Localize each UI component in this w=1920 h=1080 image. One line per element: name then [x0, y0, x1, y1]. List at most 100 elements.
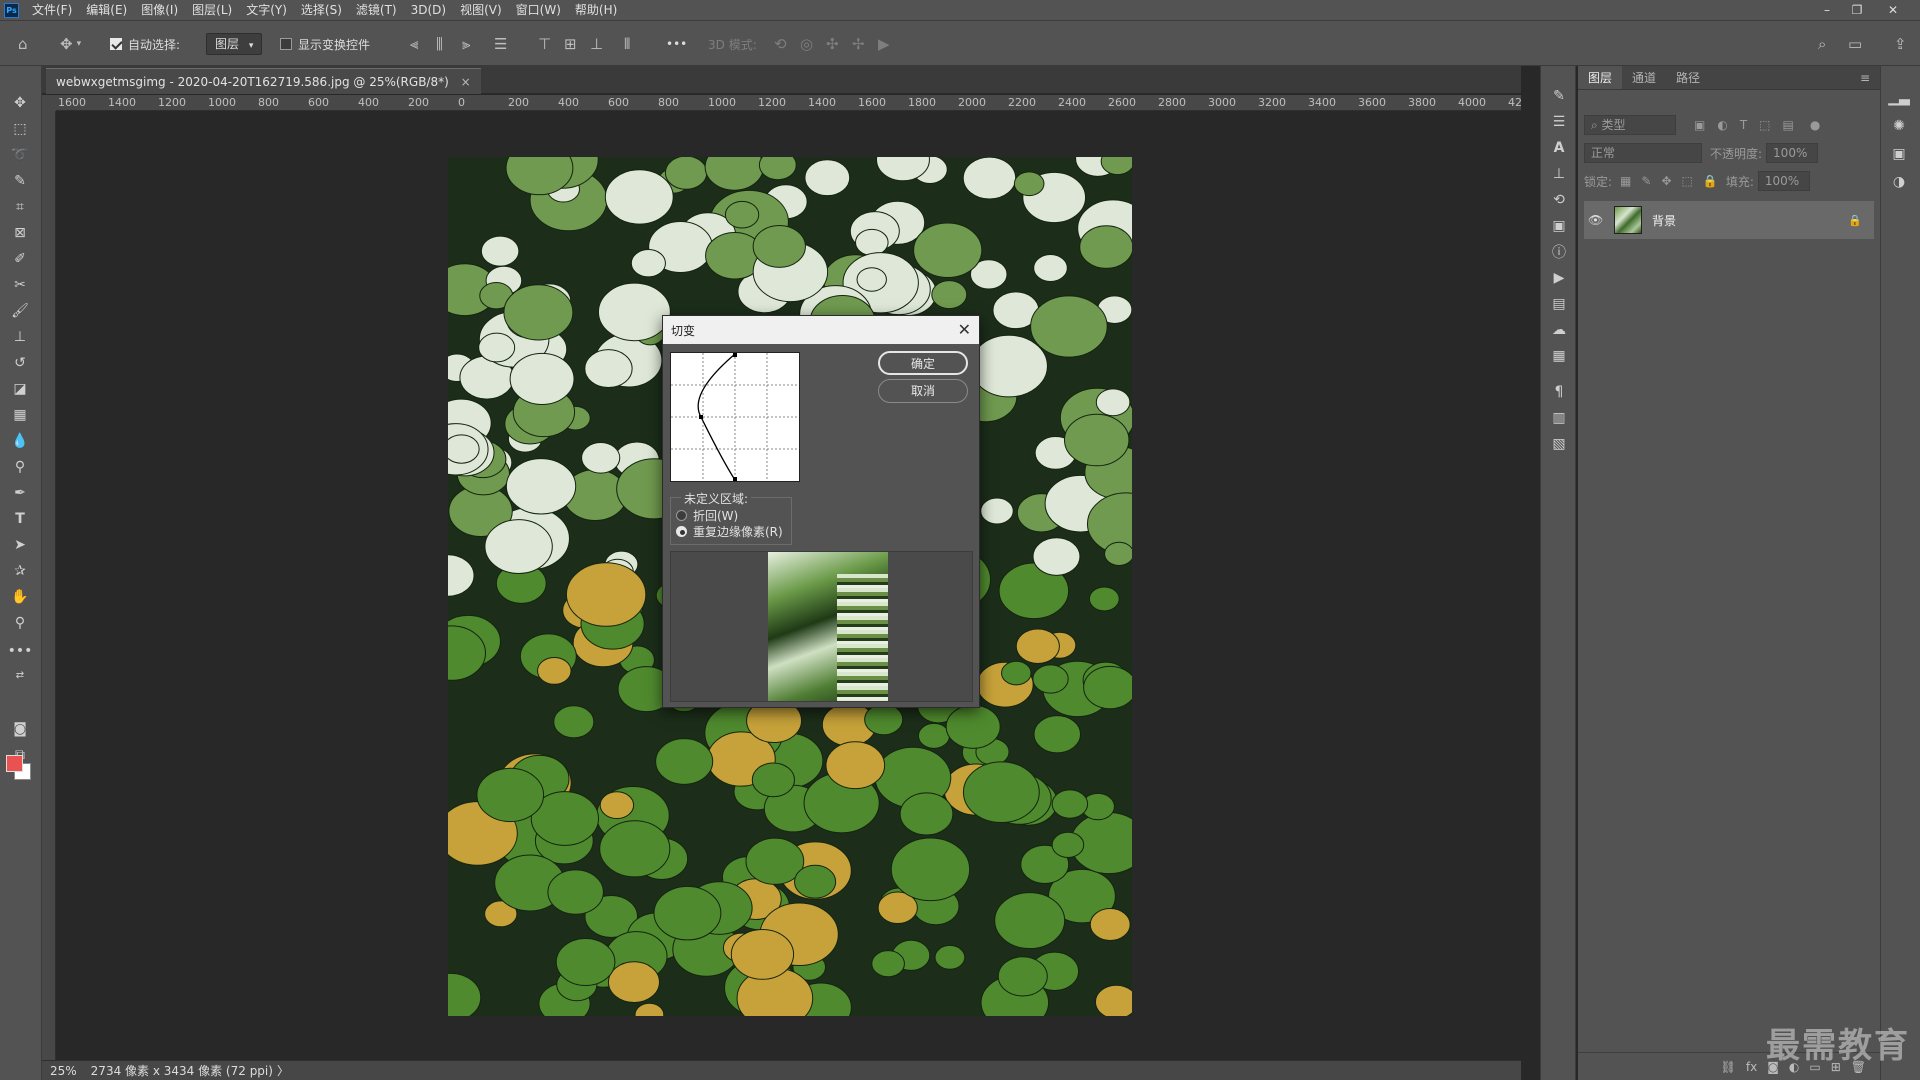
- zoom-tool-icon[interactable]: ⚲: [7, 612, 33, 634]
- align-middle-icon[interactable]: ⊞: [564, 21, 577, 67]
- menu-filter[interactable]: 滤镜(T): [349, 0, 404, 20]
- info-icon[interactable]: ⓘ: [1549, 242, 1569, 262]
- menu-image[interactable]: 图像(I): [134, 0, 185, 20]
- tab-channels[interactable]: 通道: [1622, 66, 1666, 89]
- libraries-icon[interactable]: ☁: [1549, 320, 1569, 340]
- type-tool-icon[interactable]: T: [7, 508, 33, 530]
- path-select-tool-icon[interactable]: ➤: [7, 534, 33, 556]
- align-top-icon[interactable]: ⊤: [538, 21, 551, 67]
- share-icon[interactable]: ⇪: [1894, 21, 1907, 67]
- lock-position-icon[interactable]: ✥: [1661, 174, 1671, 188]
- menu-window[interactable]: 窗口(W): [509, 0, 568, 20]
- zoom-level[interactable]: 25%: [50, 1064, 77, 1078]
- lasso-tool-icon[interactable]: ➰: [7, 144, 33, 166]
- 3d-pan-icon[interactable]: ✣: [826, 21, 839, 67]
- menu-layer[interactable]: 图层(L): [185, 0, 239, 20]
- menu-type[interactable]: 文字(Y): [239, 0, 294, 20]
- align-left-icon[interactable]: ⫷: [410, 21, 418, 67]
- more-tools-icon[interactable]: •••: [7, 640, 33, 662]
- restore-button[interactable]: ❐: [1842, 0, 1872, 20]
- minimize-button[interactable]: –: [1812, 0, 1842, 20]
- cancel-button[interactable]: 取消: [878, 379, 968, 403]
- eraser-tool-icon[interactable]: ◪: [7, 378, 33, 400]
- 3d-scale-icon[interactable]: ▶: [878, 21, 890, 67]
- 3d-slide-icon[interactable]: ✢: [852, 21, 865, 67]
- crop-tool-icon[interactable]: ⌗: [7, 196, 33, 218]
- show-transform-controls-checkbox[interactable]: 显示变换控件: [280, 21, 370, 67]
- hand-tool-icon[interactable]: ✋: [7, 586, 33, 608]
- close-icon[interactable]: ✕: [958, 320, 971, 339]
- character-icon[interactable]: A: [1549, 138, 1569, 158]
- home-icon[interactable]: ⌂: [18, 21, 28, 67]
- align-center-icon[interactable]: ⫼: [436, 21, 443, 67]
- close-tab-icon[interactable]: ×: [461, 75, 471, 89]
- foreground-color-swatch[interactable]: [6, 755, 23, 772]
- shear-curve-grid[interactable]: [670, 352, 800, 482]
- properties-icon[interactable]: ▣: [1549, 216, 1569, 236]
- document-tab[interactable]: webwxgetmsgimg - 2020-04-20T162719.586.j…: [46, 68, 481, 94]
- swap-colors-icon[interactable]: ⇄: [7, 664, 33, 686]
- navigator-icon[interactable]: ✺: [1889, 116, 1909, 136]
- layer-filter-select[interactable]: ⌕ 类型: [1584, 115, 1676, 135]
- history-icon[interactable]: ⟲: [1549, 190, 1569, 210]
- blur-tool-icon[interactable]: 💧: [7, 430, 33, 452]
- link-layers-icon[interactable]: ⛓: [1721, 1060, 1736, 1074]
- distribute-vertical-icon[interactable]: ⫴: [624, 21, 630, 67]
- notes-icon[interactable]: ▧: [1549, 434, 1569, 454]
- eye-icon[interactable]: 👁: [1588, 213, 1608, 227]
- brush-settings-icon[interactable]: ✎: [1549, 86, 1569, 106]
- filter-adjustment-icon[interactable]: ◐: [1717, 118, 1727, 132]
- fx-icon[interactable]: fx: [1746, 1060, 1757, 1074]
- repeat-edge-pixels-radio[interactable]: 重复边缘像素(R): [676, 523, 783, 540]
- blend-mode-select[interactable]: 正常: [1584, 143, 1702, 163]
- menu-view[interactable]: 视图(V): [453, 0, 509, 20]
- filter-type-icon[interactable]: T: [1740, 118, 1747, 132]
- menu-3d[interactable]: 3D(D): [404, 0, 453, 20]
- shape-tool-icon[interactable]: ✰: [7, 560, 33, 582]
- tab-paths[interactable]: 路径: [1666, 66, 1710, 89]
- adjustments-icon[interactable]: ☰: [1549, 112, 1569, 132]
- horizontal-ruler[interactable]: 1600 1400 1200 1000 800 600 400 200 0 200 400 600 80…: [56, 95, 1521, 111]
- quick-mask-icon[interactable]: ◙: [7, 718, 33, 740]
- lock-artboard-icon[interactable]: ⬚: [1682, 174, 1693, 188]
- menu-edit[interactable]: 编辑(E): [79, 0, 134, 20]
- table-icon[interactable]: ▦: [1549, 346, 1569, 366]
- tab-layers[interactable]: 图层: [1578, 66, 1623, 89]
- 3d-orbit-icon[interactable]: ⟲: [774, 21, 787, 67]
- gradient-tool-icon[interactable]: ▦: [7, 404, 33, 426]
- filter-smart-object-icon[interactable]: ▤: [1783, 118, 1794, 132]
- menu-file[interactable]: 文件(F): [25, 0, 79, 20]
- eyedropper-tool-icon[interactable]: ✐: [7, 248, 33, 270]
- color-icon[interactable]: ◑: [1889, 172, 1909, 192]
- more-options-button[interactable]: •••: [666, 21, 687, 67]
- close-window-button[interactable]: ✕: [1878, 0, 1908, 20]
- fill-input[interactable]: 100%: [1757, 171, 1810, 191]
- learn-icon[interactable]: ▣: [1889, 144, 1909, 164]
- swatches-icon[interactable]: ▤: [1549, 294, 1569, 314]
- clone-source-icon[interactable]: ⊥: [1549, 164, 1569, 184]
- ok-button[interactable]: 确定: [878, 351, 968, 375]
- paragraph-styles-icon[interactable]: ▥: [1549, 408, 1569, 428]
- search-icon[interactable]: ⌕: [1818, 21, 1826, 67]
- workspace-icon[interactable]: ▭: [1848, 21, 1862, 67]
- dodge-tool-icon[interactable]: ⚲: [7, 456, 33, 478]
- menu-help[interactable]: 帮助(H): [568, 0, 624, 20]
- history-brush-tool-icon[interactable]: ↺: [7, 352, 33, 374]
- auto-select-checkbox[interactable]: 自动选择:: [110, 21, 180, 67]
- actions-icon[interactable]: ▶: [1549, 268, 1569, 288]
- move-tool-icon[interactable]: ✥: [7, 92, 33, 114]
- paragraph-icon[interactable]: ¶: [1549, 382, 1569, 402]
- lock-transparent-icon[interactable]: ▦: [1620, 174, 1631, 188]
- shear-curve[interactable]: [671, 353, 799, 481]
- menu-select[interactable]: 选择(S): [294, 0, 349, 20]
- brush-tool-icon[interactable]: 🖌: [7, 300, 33, 322]
- lock-all-icon[interactable]: 🔒: [1703, 174, 1718, 188]
- lock-image-icon[interactable]: ✎: [1641, 174, 1651, 188]
- marquee-tool-icon[interactable]: ⬚: [7, 118, 33, 140]
- filter-toggle-icon[interactable]: ●: [1810, 118, 1820, 132]
- opacity-input[interactable]: 100%: [1766, 143, 1819, 163]
- quick-select-tool-icon[interactable]: ✎: [7, 170, 33, 192]
- layer-row[interactable]: 👁 背景 🔒: [1584, 201, 1874, 239]
- frame-tool-icon[interactable]: ⊠: [7, 222, 33, 244]
- panel-menu-icon[interactable]: ≡: [1850, 66, 1880, 89]
